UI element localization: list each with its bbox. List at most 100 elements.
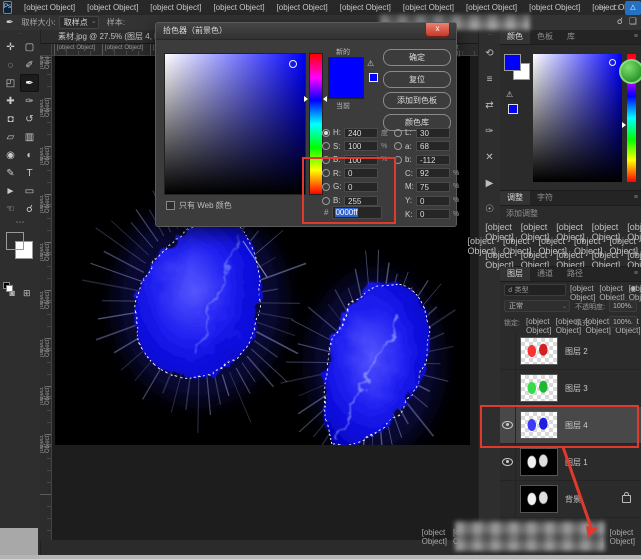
panel-tab[interactable]: 库 xyxy=(560,30,582,44)
panel-tab[interactable]: 通道 xyxy=(530,267,560,281)
tool-button[interactable]: ☌ xyxy=(20,200,39,218)
tool-button[interactable]: ✐ xyxy=(20,56,39,74)
menu-item[interactable]: [object Object] xyxy=(334,0,397,15)
menu-item[interactable]: [object Object] xyxy=(18,0,81,15)
layer-name[interactable]: 图层 4 xyxy=(565,420,641,431)
workspace-icon[interactable]: ❏ xyxy=(629,16,637,27)
panel-icon[interactable]: ≡ xyxy=(479,66,500,92)
value-input[interactable]: 75 xyxy=(416,182,450,192)
layer-name[interactable]: 图层 1 xyxy=(565,457,641,468)
radio-button[interactable] xyxy=(322,169,330,177)
tool-button[interactable]: ◐ xyxy=(20,146,39,164)
tool-button[interactable]: ▢ xyxy=(20,38,39,56)
default-colors-icon[interactable] xyxy=(3,282,12,291)
layers-panel-action-icon[interactable]: [object Object] xyxy=(610,528,635,546)
hue-slider[interactable] xyxy=(309,53,323,195)
web-safe-color-chip[interactable] xyxy=(508,104,518,114)
menu-item[interactable]: [object Object] xyxy=(144,0,207,15)
rail-grip[interactable]: .. xyxy=(479,30,500,40)
layer-name[interactable]: 图层 3 xyxy=(565,383,641,394)
dialog-button[interactable]: 确定 xyxy=(383,49,451,66)
value-input[interactable]: 92 xyxy=(416,168,450,178)
visibility-toggle[interactable] xyxy=(500,444,516,480)
dialog-close-button[interactable]: x xyxy=(425,23,450,37)
blend-mode-dropdown[interactable]: 正常⌄ xyxy=(504,300,570,312)
visibility-toggle[interactable] xyxy=(500,370,516,406)
value-input[interactable]: 100 xyxy=(344,141,378,151)
radio-button[interactable] xyxy=(322,197,330,205)
checkbox[interactable] xyxy=(166,201,175,210)
tool-button[interactable]: ◘ xyxy=(1,110,20,128)
menu-item[interactable]: [object Object] xyxy=(523,0,586,15)
radio-button[interactable] xyxy=(322,129,330,137)
value-input[interactable]: 240 xyxy=(344,128,378,138)
menu-item[interactable]: [object Object] xyxy=(81,0,144,15)
tool-button[interactable]: ✒ xyxy=(20,74,39,92)
radio-button[interactable] xyxy=(322,142,330,150)
minimize-button[interactable]: — xyxy=(595,1,609,15)
tool-button[interactable]: ☜ xyxy=(1,200,20,218)
foreground-color-swatch[interactable] xyxy=(504,54,521,71)
color-cursor[interactable] xyxy=(609,59,616,66)
tool-button[interactable]: ◰ xyxy=(1,74,20,92)
layer-thumbnail[interactable] xyxy=(520,448,558,476)
tool-button[interactable]: ▱ xyxy=(1,128,20,146)
tool-button[interactable]: ✑ xyxy=(20,92,39,110)
radio-button[interactable] xyxy=(322,156,330,164)
layer-thumbnail[interactable] xyxy=(520,374,558,402)
visibility-toggle[interactable] xyxy=(500,333,516,369)
panel-tab[interactable]: 路径 xyxy=(560,267,590,281)
layer-filter-dropdown[interactable]: ☌ 类型 xyxy=(504,284,566,296)
layer-thumbnail[interactable] xyxy=(520,337,558,365)
value-input[interactable]: -112 xyxy=(416,155,450,165)
value-input[interactable]: 30 xyxy=(416,128,450,138)
visibility-toggle[interactable] xyxy=(500,481,516,517)
panel-tab[interactable]: 颜色 xyxy=(500,30,530,44)
layer-row[interactable]: 图层 3 xyxy=(500,370,641,407)
tool-button[interactable]: ✛ xyxy=(1,38,20,56)
menu-item[interactable]: [object Object] xyxy=(397,0,460,15)
fill-dropdown[interactable]: 100%⌄ xyxy=(609,316,637,328)
menu-item[interactable]: [object Object] xyxy=(207,0,270,15)
layer-name[interactable]: 背景 xyxy=(565,494,622,505)
opacity-dropdown[interactable]: 100%⌄ xyxy=(609,300,637,312)
panel-tab[interactable]: 字符 xyxy=(530,191,560,205)
value-input[interactable]: 0 xyxy=(416,196,450,206)
saturation-brightness-field[interactable] xyxy=(164,53,306,195)
layer-thumbnail[interactable] xyxy=(520,485,558,513)
value-input[interactable]: 0 xyxy=(344,182,378,192)
dialog-button[interactable]: 添加到色板 xyxy=(383,92,451,109)
search-icon[interactable]: ☌ xyxy=(617,16,623,27)
layer-row[interactable]: 图层 1 xyxy=(500,444,641,481)
sample-size-dropdown[interactable]: 取样点 xyxy=(59,16,99,29)
dialog-button[interactable]: 复位 xyxy=(383,71,451,88)
hue-marker-left[interactable] xyxy=(304,96,308,102)
radio-button[interactable] xyxy=(394,156,402,164)
color-cursor[interactable] xyxy=(289,60,297,68)
tool-button[interactable]: ✎ xyxy=(1,164,20,182)
edit-toolbar-button[interactable]: ⋯ xyxy=(0,218,40,228)
foreground-color-swatch[interactable] xyxy=(6,232,24,250)
value-input[interactable]: 68 xyxy=(416,141,450,151)
panel-tab[interactable]: 调整 xyxy=(500,191,530,205)
hue-marker-right[interactable] xyxy=(323,96,327,102)
value-input[interactable]: 0 xyxy=(344,168,378,178)
filter-pin-icon[interactable]: ◉ xyxy=(630,284,637,293)
layer-row[interactable]: 图层 4 xyxy=(500,407,641,444)
screen-mode-button[interactable]: ⊞ xyxy=(23,288,31,299)
cc-badge-icon[interactable]: △ xyxy=(625,1,641,15)
panel-icon[interactable]: ▶ xyxy=(479,170,500,196)
tool-button[interactable]: ▭ xyxy=(20,182,39,200)
gamut-warning-icon[interactable]: ⚠ xyxy=(367,59,374,68)
tool-button[interactable]: ► xyxy=(1,182,20,200)
layer-row[interactable]: 图层 2 xyxy=(500,333,641,370)
layer-name[interactable]: 图层 2 xyxy=(565,346,641,357)
panel-icon[interactable]: ☉ xyxy=(479,196,500,222)
panel-icon[interactable]: ⟲ xyxy=(479,40,500,66)
panel-icon[interactable]: ✕ xyxy=(479,144,500,170)
panel-menu-icon[interactable]: ≡ xyxy=(634,33,638,40)
maximize-button[interactable]: □ xyxy=(609,1,623,15)
gamut-warning-icon[interactable]: ⚠ xyxy=(506,90,513,99)
layer-thumbnail[interactable] xyxy=(520,411,558,439)
tool-button[interactable]: ◉ xyxy=(1,146,20,164)
